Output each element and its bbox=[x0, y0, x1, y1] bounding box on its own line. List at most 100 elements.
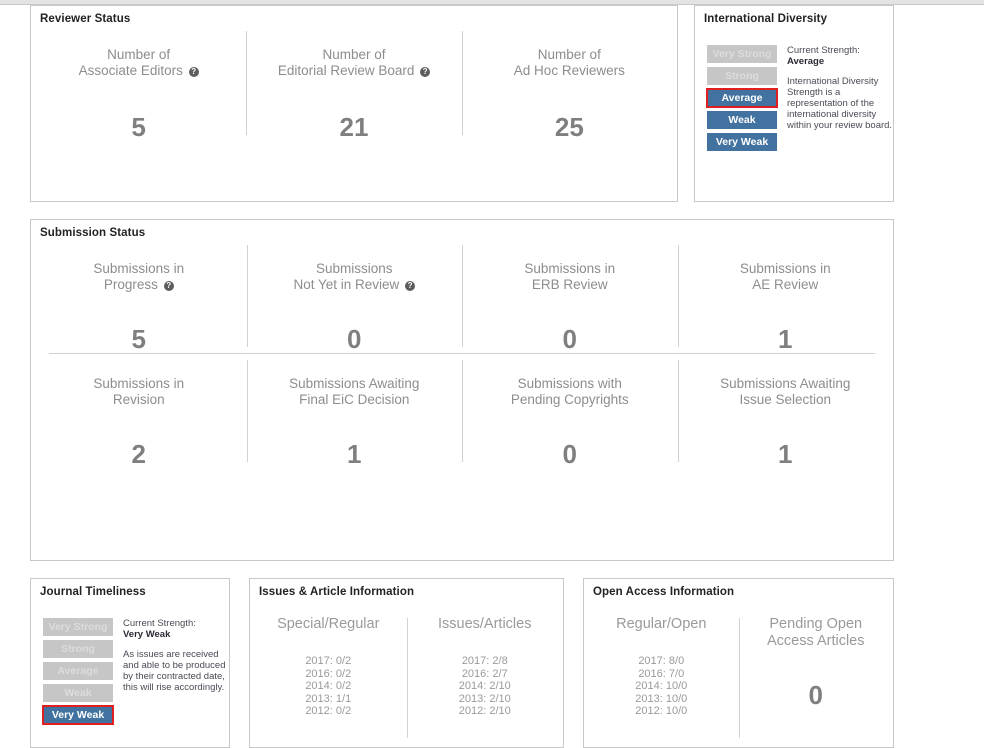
journal-timeliness-body: Very Strong Strong Average Weak Very Weak Cu… bbox=[31, 598, 229, 728]
stat-cell: Submissions in AE Review 1 bbox=[677, 239, 894, 353]
stat-cell: Submissions with Pending Copyrights 0 bbox=[462, 354, 678, 468]
stat-label: Submissions in AE Review bbox=[678, 261, 894, 293]
info-column-header: Pending Open Access Articles bbox=[745, 616, 888, 650]
submission-status-stat-row-2: Submissions in Revision 2 Submissions Await… bbox=[31, 354, 893, 468]
stat-label-line1: Submissions with bbox=[517, 376, 622, 391]
stat-label-line2: Revision bbox=[112, 392, 165, 407]
journal-timeliness-bars: Very Strong Strong Average Weak Very Weak bbox=[42, 618, 114, 728]
info-column: Special/Regular 2017: 0/2 2016: 0/2 2014: 0… bbox=[250, 616, 407, 718]
info-year-row: 2013: 2/10 bbox=[458, 692, 511, 705]
info-column-header: Regular/Open bbox=[590, 616, 733, 633]
international-diversity-description: International Diversity Strength is a re… bbox=[787, 76, 893, 131]
issues-article-body: Special/Regular 2017: 0/2 2016: 0/2 2014: 0… bbox=[250, 598, 564, 737]
stat-cell: Number of Associate Editors ? 5 bbox=[31, 25, 246, 141]
reviewer-status-stat-row: Number of Associate Editors ? 5 Number of Ed… bbox=[31, 25, 677, 141]
stat-cell: Submissions Awaiting Final EiC Decision 1 bbox=[246, 354, 463, 469]
panel-international-diversity: International Diversity Very Strong Stron… bbox=[694, 5, 894, 202]
info-year-list: 2017: 0/2 2016: 0/2 2014: 0/2 2013: 1/1 2012… bbox=[256, 655, 401, 718]
help-icon[interactable]: ? bbox=[163, 281, 174, 291]
info-big-value: 0 bbox=[808, 680, 823, 710]
stat-label: Number of Ad Hoc Reviewers bbox=[462, 47, 677, 79]
info-year-row: 2013: 10/0 bbox=[635, 692, 688, 705]
stat-value: 0 bbox=[347, 324, 362, 354]
help-icon[interactable]: ? bbox=[188, 67, 199, 77]
info-column-header-line1: Regular/Open bbox=[616, 616, 707, 632]
stat-cell: Submissions Not Yet in Review ? 0 bbox=[246, 239, 463, 354]
strength-bar: Weak bbox=[43, 684, 113, 702]
stat-label: Submissions Awaiting Final EiC Decision bbox=[247, 376, 463, 408]
stat-label-line1: Submissions in bbox=[93, 376, 185, 391]
help-icon[interactable]: ? bbox=[405, 281, 416, 291]
stat-value: 1 bbox=[347, 439, 362, 469]
stat-label-line2: Pending Copyrights bbox=[510, 392, 629, 407]
open-access-body: Regular/Open 2017: 8/0 2016: 7/0 2014: 10/0… bbox=[584, 598, 894, 737]
strength-bar: Average bbox=[43, 662, 113, 680]
info-year-row: 2014: 0/2 bbox=[305, 680, 352, 692]
stat-label: Submissions with Pending Copyrights bbox=[462, 376, 678, 408]
stat-value: 0 bbox=[562, 439, 577, 469]
stat-label-line1: Number of bbox=[537, 47, 601, 62]
stat-value: 0 bbox=[562, 324, 577, 354]
submission-status-stat-row-1: Submissions in Progress ? 5 Submissions Not … bbox=[31, 239, 893, 353]
stat-label-line1: Submissions in bbox=[524, 261, 616, 276]
stat-label: Submissions Awaiting Issue Selection bbox=[678, 376, 894, 408]
journal-timeliness-description: As issues are received and able to be pr… bbox=[123, 649, 226, 693]
stat-label: Submissions in Progress ? bbox=[31, 261, 247, 293]
info-year-list: 2017: 2/8 2016: 2/7 2014: 2/10 2013: 2/10 20… bbox=[413, 655, 558, 718]
info-year-row: 2014: 2/10 bbox=[458, 680, 511, 692]
panel-title-open-access-information: Open Access Information bbox=[593, 586, 735, 598]
info-year-row: 2012: 2/10 bbox=[458, 705, 511, 717]
current-strength-value: Very Weak bbox=[123, 629, 171, 640]
info-column-header-line1: Special/Regular bbox=[277, 616, 380, 632]
stat-label-line2: Progress ? bbox=[31, 277, 247, 293]
stat-cell: Submissions in ERB Review 0 bbox=[462, 239, 678, 353]
info-year-row: 2014: 10/0 bbox=[635, 680, 688, 692]
stat-label: Number of Editorial Review Board ? bbox=[246, 47, 461, 79]
stat-label-line2: Associate Editors ? bbox=[31, 63, 246, 79]
dashboard-page: Reviewer Status Number of Associate Edito… bbox=[0, 5, 984, 748]
stat-label-line1: Submissions Awaiting bbox=[720, 376, 851, 391]
panel-journal-timeliness: Journal Timeliness Very Strong Strong Aver… bbox=[30, 578, 230, 748]
stat-label-line1: Number of bbox=[107, 47, 171, 62]
stat-label-line2: ERB Review bbox=[531, 277, 608, 292]
stat-value: 5 bbox=[131, 324, 146, 354]
panel-title-issues-article-information: Issues & Article Information bbox=[259, 586, 415, 598]
stat-label-line2: Issue Selection bbox=[739, 392, 832, 407]
info-year-row: 2012: 0/2 bbox=[305, 705, 352, 717]
international-diversity-body: Very Strong Strong Average Weak Very Weak Cu… bbox=[695, 25, 893, 155]
info-column: Issues/Articles 2017: 2/8 2016: 2/7 2014: 2… bbox=[406, 616, 564, 737]
strength-bar: Very Weak bbox=[42, 705, 114, 725]
strength-bar: Weak bbox=[707, 111, 777, 129]
stat-label-line2: AE Review bbox=[752, 277, 819, 292]
strength-bar: Very Weak bbox=[707, 133, 777, 151]
info-column-header-line1: Issues/Articles bbox=[438, 616, 532, 632]
stat-value: 1 bbox=[778, 439, 793, 469]
panel-open-access-information: Open Access Information Regular/Open 2017… bbox=[583, 578, 894, 748]
stat-label-line2: Final EiC Decision bbox=[299, 392, 410, 407]
info-column-header-line1: Pending Open bbox=[769, 616, 863, 632]
panel-title-international-diversity: International Diversity bbox=[704, 13, 828, 25]
strength-bar: Very Strong bbox=[707, 45, 777, 63]
stat-value: 21 bbox=[339, 112, 369, 142]
stat-cell: Submissions in Progress ? 5 bbox=[31, 239, 247, 353]
current-strength-label: Current Strength: bbox=[123, 618, 196, 629]
info-column: Regular/Open 2017: 8/0 2016: 7/0 2014: 10/0… bbox=[584, 616, 739, 718]
strength-bar: Very Strong bbox=[43, 618, 113, 636]
stat-value: 25 bbox=[554, 112, 584, 142]
info-column-header: Special/Regular bbox=[256, 616, 401, 633]
stat-cell: Submissions in Revision 2 bbox=[31, 354, 247, 468]
help-icon[interactable]: ? bbox=[420, 67, 431, 77]
stat-cell: Submissions Awaiting Issue Selection 1 bbox=[677, 354, 894, 469]
info-column: Pending Open Access Articles 0 bbox=[738, 616, 894, 737]
stat-label: Submissions in Revision bbox=[31, 376, 247, 408]
stat-label: Number of Associate Editors ? bbox=[31, 47, 246, 79]
stat-value: 2 bbox=[131, 439, 146, 469]
info-year-row: 2016: 7/0 bbox=[638, 667, 685, 680]
info-year-row: 2017: 2/8 bbox=[461, 655, 508, 667]
international-diversity-bars: Very Strong Strong Average Weak Very Weak bbox=[706, 45, 778, 155]
stat-label-line2: Ad Hoc Reviewers bbox=[513, 63, 625, 78]
stat-label: Submissions in ERB Review bbox=[462, 261, 678, 293]
info-year-row: 2012: 10/0 bbox=[635, 705, 688, 717]
stat-label-line2: Not Yet in Review ? bbox=[247, 277, 463, 293]
strength-bar: Average bbox=[706, 88, 778, 108]
